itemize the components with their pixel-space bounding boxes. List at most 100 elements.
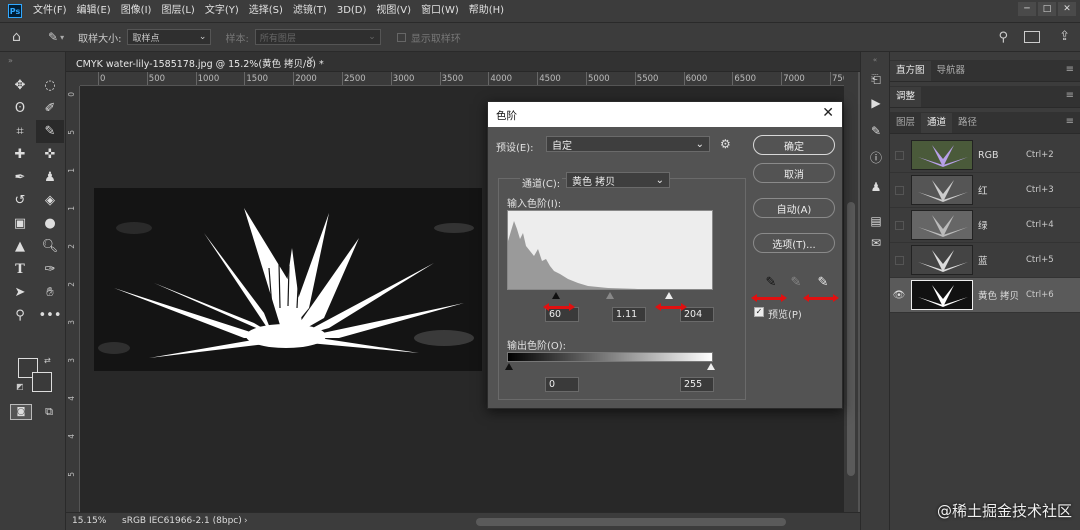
share-icon[interactable]: ⇪: [1059, 29, 1070, 44]
preview-checkbox[interactable]: ✓: [754, 307, 764, 317]
quick-mask-icon[interactable]: ◙: [10, 404, 32, 420]
menu-view[interactable]: 视图(V): [371, 0, 416, 22]
tool-preset-chevron-icon[interactable]: ▾: [60, 33, 64, 42]
menu-help[interactable]: 帮助(H): [464, 0, 509, 22]
vertical-scrollbar-thumb[interactable]: [847, 202, 855, 476]
screen-mode-icon[interactable]: ⧉: [38, 404, 60, 420]
menu-file[interactable]: 文件(F): [28, 0, 72, 22]
minimize-button[interactable]: ─: [1018, 2, 1036, 16]
eraser-tool-icon[interactable]: ◈: [36, 189, 64, 212]
gamma-slider[interactable]: [606, 292, 614, 299]
patch-tool-icon[interactable]: ✜: [36, 143, 64, 166]
eyedropper-tool-icon[interactable]: ✎: [48, 30, 58, 44]
type-tool-icon[interactable]: T: [6, 258, 34, 281]
close-icon[interactable]: ✕: [822, 105, 834, 121]
channel-row-red[interactable]: 红 Ctrl+3: [890, 173, 1080, 208]
more-tools-icon[interactable]: •••: [36, 304, 64, 327]
preset-select[interactable]: 自定 ⌄: [546, 136, 710, 152]
workspace-icon[interactable]: [1024, 31, 1040, 43]
channel-row-blue[interactable]: 蓝 Ctrl+5: [890, 243, 1080, 278]
zoom-level[interactable]: 15.15%: [72, 516, 106, 526]
menu-filter[interactable]: 滤镜(T): [288, 0, 332, 22]
menu-window[interactable]: 窗口(W): [416, 0, 464, 22]
collapse-strip-icon[interactable]: «: [861, 56, 889, 64]
visibility-toggle[interactable]: [890, 243, 908, 278]
input-gamma-field[interactable]: 1.11: [612, 307, 646, 322]
vertical-scrollbar[interactable]: [844, 72, 858, 512]
background-color-swatch[interactable]: [32, 372, 52, 392]
move-tool-icon[interactable]: ✥: [6, 74, 34, 97]
character-panel-icon[interactable]: ♟: [867, 178, 885, 196]
notes-panel-icon[interactable]: ✉: [867, 234, 885, 252]
channel-row-yellow-copy[interactable]: 👁︎ 黄色 拷贝 Ctrl+6: [890, 278, 1080, 313]
output-white-field[interactable]: 255: [680, 377, 714, 392]
gradient-tool-icon[interactable]: ▣: [6, 212, 34, 235]
pen-tool-icon[interactable]: ✑: [36, 258, 64, 281]
auto-button[interactable]: 自动(A): [753, 198, 835, 218]
menu-edit[interactable]: 编辑(E): [72, 0, 116, 22]
menu-layer[interactable]: 图层(L): [156, 0, 199, 22]
tab-navigator[interactable]: 导航器: [931, 61, 972, 81]
crop-tool-icon[interactable]: ⌗: [6, 120, 34, 143]
brush-tool-icon[interactable]: ✒: [6, 166, 34, 189]
white-point-slider[interactable]: [665, 292, 673, 299]
sharpen-tool-icon[interactable]: ▲: [6, 235, 34, 258]
hand-tool-icon[interactable]: ✋︎: [36, 281, 64, 304]
dialog-titlebar[interactable]: 色阶 ✕: [488, 102, 842, 127]
menu-select[interactable]: 选择(S): [244, 0, 288, 22]
output-white-slider[interactable]: [707, 363, 715, 370]
blur-tool-icon[interactable]: ●: [36, 212, 64, 235]
eyedropper-tool-icon[interactable]: ✎: [36, 120, 64, 143]
gear-icon[interactable]: ⚙: [720, 137, 731, 151]
tab-histogram[interactable]: 直方图: [890, 61, 931, 81]
menu-image[interactable]: 图像(I): [116, 0, 157, 22]
panel-menu-icon[interactable]: ≡: [1066, 90, 1074, 101]
search-icon[interactable]: ⚲: [998, 30, 1008, 45]
channel-select[interactable]: 黄色 拷贝 ⌄: [566, 172, 670, 188]
default-colors-icon[interactable]: ◩: [16, 382, 24, 391]
panel-menu-icon[interactable]: ≡: [1066, 64, 1074, 75]
maximize-button[interactable]: □: [1038, 2, 1056, 16]
stamp-tool-icon[interactable]: ♟: [36, 166, 64, 189]
visibility-toggle[interactable]: [890, 173, 908, 208]
black-eyedropper-icon[interactable]: ✎: [762, 273, 780, 291]
properties-panel-icon[interactable]: ▤: [867, 212, 885, 230]
sample-size-select[interactable]: 取样点 ⌄: [127, 29, 212, 45]
collapse-toolbar-icon[interactable]: »: [8, 56, 13, 65]
panel-menu-icon[interactable]: ≡: [1066, 116, 1074, 127]
swap-colors-icon[interactable]: ⇄: [44, 356, 51, 365]
actions-panel-icon[interactable]: ▶: [867, 94, 885, 112]
channel-row-green[interactable]: 绿 Ctrl+4: [890, 208, 1080, 243]
tab-channels[interactable]: 通道: [921, 113, 953, 133]
output-black-slider[interactable]: [505, 363, 513, 370]
options-button[interactable]: 选项(T)...: [753, 233, 835, 253]
sample-select[interactable]: 所有图层 ⌄: [254, 29, 381, 45]
path-select-tool-icon[interactable]: ➤: [6, 281, 34, 304]
black-point-slider[interactable]: [552, 292, 560, 299]
white-eyedropper-icon[interactable]: ✎: [814, 273, 832, 291]
info-panel-icon[interactable]: ⓘ: [867, 148, 885, 166]
cancel-button[interactable]: 取消: [753, 163, 835, 183]
close-tab-icon[interactable]: ✕: [306, 55, 314, 66]
dodge-tool-icon[interactable]: 🔍︎: [36, 235, 64, 258]
close-window-button[interactable]: ✕: [1058, 2, 1076, 16]
status-arrow-icon[interactable]: ›: [244, 516, 248, 526]
output-black-field[interactable]: 0: [545, 377, 579, 392]
healing-brush-tool-icon[interactable]: ✚: [6, 143, 34, 166]
marquee-tool-icon[interactable]: ◌: [36, 74, 64, 97]
eye-icon[interactable]: 👁︎: [890, 278, 908, 313]
brush-settings-icon[interactable]: ✎: [867, 122, 885, 140]
menu-3d[interactable]: 3D(D): [332, 0, 372, 22]
tab-paths[interactable]: 路径: [952, 113, 983, 133]
lasso-tool-icon[interactable]: ʘ: [6, 97, 34, 120]
history-panel-icon[interactable]: ⎗: [867, 70, 885, 88]
channel-row-rgb[interactable]: RGB Ctrl+2: [890, 138, 1080, 173]
visibility-toggle[interactable]: [890, 208, 908, 243]
home-icon[interactable]: ⌂: [12, 29, 32, 45]
horizontal-scrollbar-thumb[interactable]: [476, 518, 786, 526]
document-tab[interactable]: CMYK water-lily-1585178.jpg @ 15.2%(黄色 拷…: [76, 56, 324, 70]
visibility-toggle[interactable]: [890, 138, 908, 173]
gray-eyedropper-icon[interactable]: ✎: [787, 273, 805, 291]
quick-select-tool-icon[interactable]: ✐: [36, 97, 64, 120]
zoom-tool-icon[interactable]: ⚲: [6, 304, 34, 327]
